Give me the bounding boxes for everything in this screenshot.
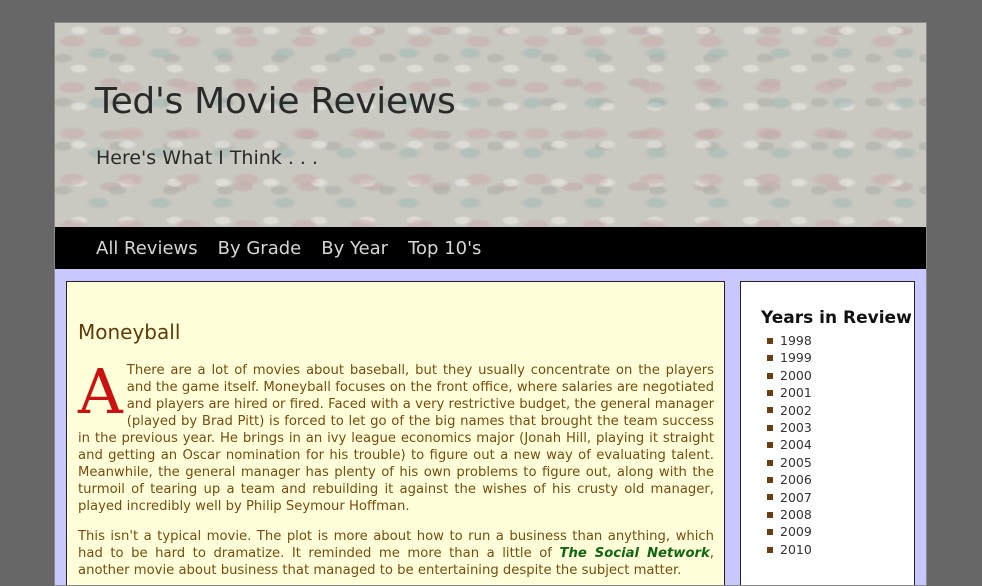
site-title[interactable]: Ted's Movie Reviews xyxy=(95,81,456,122)
site-tagline: Here's What I Think . . . xyxy=(96,147,319,169)
year-label: 2002 xyxy=(780,402,812,418)
year-label: 2004 xyxy=(780,437,812,453)
year-item-2006[interactable]: 2006 xyxy=(767,471,914,488)
years-list: 1998 1999 2000 2001 2002 2003 2004 2005 … xyxy=(767,332,914,558)
movie-link-the-social-network[interactable]: The Social Network xyxy=(559,546,709,561)
square-bullet-icon xyxy=(767,355,773,362)
nav-top-10s[interactable]: Top 10's xyxy=(408,238,481,259)
square-bullet-icon xyxy=(767,424,773,431)
year-item-2004[interactable]: 2004 xyxy=(767,436,914,453)
square-bullet-icon xyxy=(767,529,773,536)
year-label: 2006 xyxy=(780,472,812,488)
year-item-2000[interactable]: 2000 xyxy=(767,367,914,384)
year-item-2007[interactable]: 2007 xyxy=(767,489,914,506)
year-label: 2009 xyxy=(780,524,812,540)
year-label: 2005 xyxy=(780,454,812,470)
year-item-2010[interactable]: 2010 xyxy=(767,541,914,558)
nav-all-reviews[interactable]: All Reviews xyxy=(96,238,198,259)
year-label: 1998 xyxy=(780,333,812,348)
year-label: 2000 xyxy=(780,367,812,383)
nav-by-year[interactable]: By Year xyxy=(321,238,388,259)
post-title[interactable]: Moneyball xyxy=(78,320,714,344)
year-item-2001[interactable]: 2001 xyxy=(767,384,914,401)
post-paragraph-1: A There are a lot of movies about basebal… xyxy=(78,355,714,515)
site-header: Ted's Movie Reviews Here's What I Think … xyxy=(55,23,926,228)
drop-cap: A xyxy=(78,355,123,428)
sidebar-heading: Years in Review xyxy=(761,308,912,328)
year-item-2005[interactable]: 2005 xyxy=(767,454,914,471)
year-item-1998[interactable]: 1998 xyxy=(767,332,914,349)
year-item-1999[interactable]: 1999 xyxy=(767,349,914,366)
year-item-2002[interactable]: 2002 xyxy=(767,402,914,419)
year-label: 2003 xyxy=(780,420,812,436)
square-bullet-icon xyxy=(767,407,773,414)
paragraph-1-text: There are a lot of movies about baseball… xyxy=(78,363,714,514)
square-bullet-icon xyxy=(767,372,773,379)
post-body: A There are a lot of movies about basebal… xyxy=(78,355,714,579)
square-bullet-icon xyxy=(767,337,773,344)
square-bullet-icon xyxy=(767,546,773,553)
year-item-2003[interactable]: 2003 xyxy=(767,419,914,436)
square-bullet-icon xyxy=(767,494,773,501)
post-paragraph-2: This isn't a typical movie. The plot is … xyxy=(78,528,714,579)
year-label: 2007 xyxy=(780,489,812,505)
year-item-2009[interactable]: 2009 xyxy=(767,523,914,540)
nav-by-grade[interactable]: By Grade xyxy=(218,238,302,259)
year-label: 1999 xyxy=(780,350,812,366)
square-bullet-icon xyxy=(767,476,773,483)
year-label: 2008 xyxy=(780,507,812,523)
page-container: Ted's Movie Reviews Here's What I Think … xyxy=(54,22,927,586)
square-bullet-icon xyxy=(767,442,773,449)
square-bullet-icon xyxy=(767,389,773,396)
review-panel: Moneyball A There are a lot of movies abo… xyxy=(66,281,725,585)
square-bullet-icon xyxy=(767,511,773,518)
square-bullet-icon xyxy=(767,459,773,466)
year-label: 2010 xyxy=(780,541,812,557)
year-label: 2001 xyxy=(780,385,812,401)
sidebar: Years in Review 1998 1999 2000 2001 2002… xyxy=(740,281,915,585)
main-nav: All Reviews By Grade By Year Top 10's xyxy=(55,227,926,269)
year-item-2008[interactable]: 2008 xyxy=(767,506,914,523)
